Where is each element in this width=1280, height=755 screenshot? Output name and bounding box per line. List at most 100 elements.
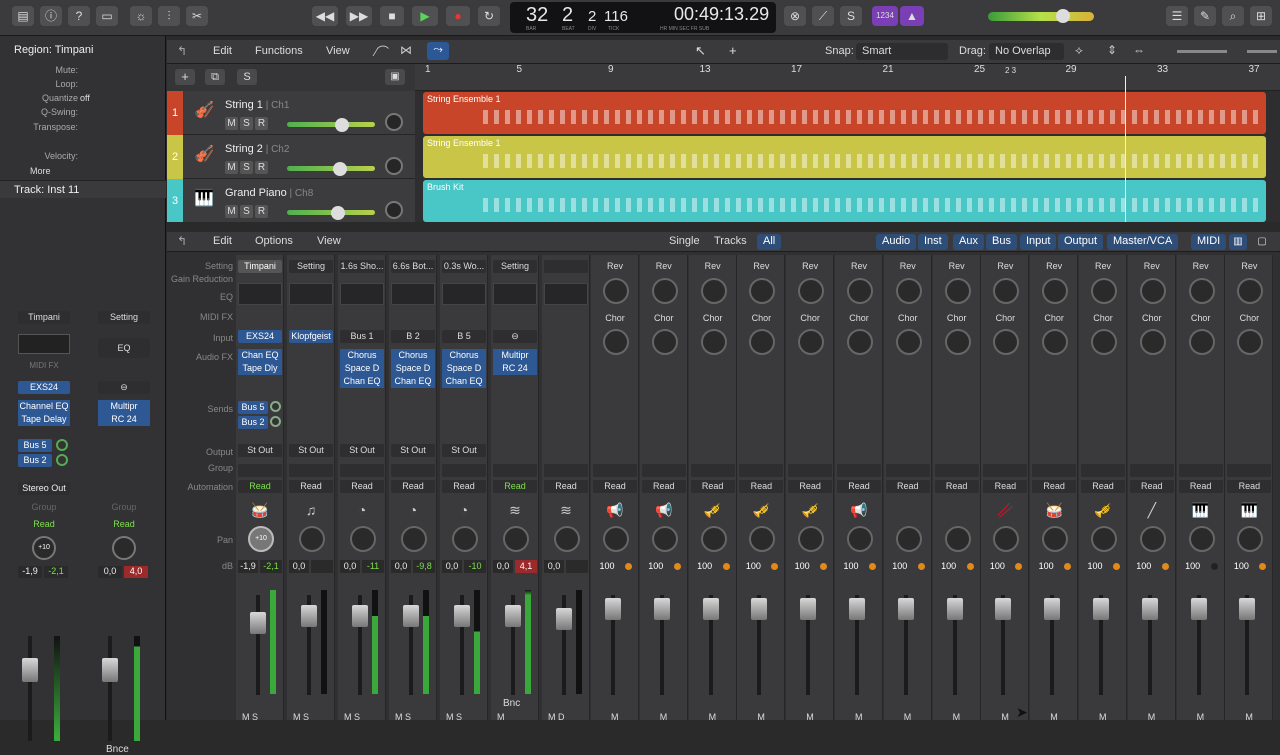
track-row[interactable]: 1 🎻 String 1 | Ch1 M S R bbox=[167, 91, 415, 135]
send-knob-rev[interactable] bbox=[749, 278, 776, 304]
strip-automation-mode[interactable]: Read bbox=[1129, 480, 1174, 493]
strip-input-slot[interactable]: B 5 bbox=[442, 330, 486, 343]
strip-send-slot[interactable]: Bus 5 bbox=[238, 401, 268, 414]
strip-group-slot[interactable] bbox=[885, 464, 930, 477]
strip-send-slot[interactable]: Bus 2 bbox=[238, 416, 268, 429]
mixer-menu-view[interactable]: View bbox=[317, 235, 341, 247]
send-knob-rev[interactable] bbox=[1091, 278, 1117, 304]
track-volume-knob[interactable] bbox=[335, 118, 349, 132]
strip-input-slot[interactable]: B 2 bbox=[391, 330, 435, 343]
send-slot-rev[interactable]: Rev bbox=[737, 261, 785, 271]
playhead[interactable] bbox=[1125, 76, 1126, 222]
strip-pan-knob[interactable] bbox=[401, 526, 427, 552]
wide-strips-icon[interactable]: ▥ bbox=[1229, 234, 1247, 250]
strip-audio-fx-slot[interactable]: Space D bbox=[442, 362, 486, 375]
track-mute-button[interactable]: M bbox=[225, 205, 238, 218]
fader-cap[interactable] bbox=[849, 598, 865, 620]
count-in-button[interactable]: 1234 bbox=[872, 6, 898, 26]
strip-group-slot[interactable] bbox=[1178, 464, 1223, 477]
strip-pan-knob[interactable] bbox=[700, 526, 727, 552]
toolbar-icon[interactable]: ▭ bbox=[96, 6, 118, 26]
track-pan-knob[interactable] bbox=[385, 201, 403, 219]
strip-eq-display[interactable] bbox=[289, 283, 333, 305]
send-knob-rev[interactable] bbox=[700, 278, 727, 304]
strip-output-slot[interactable]: St Out bbox=[391, 444, 435, 457]
strip-group-slot[interactable] bbox=[593, 464, 637, 477]
send-slot-rev[interactable]: Rev bbox=[933, 261, 981, 271]
send-knob-rev[interactable] bbox=[847, 278, 873, 304]
strip-audio-fx-slot[interactable]: Tape Delay bbox=[18, 413, 70, 426]
strip-group-slot[interactable] bbox=[340, 464, 384, 477]
fader-cap[interactable] bbox=[702, 598, 719, 620]
strip-audio-fx-slot[interactable]: Chan EQ bbox=[340, 375, 384, 388]
record-icon[interactable]: ● bbox=[446, 6, 470, 26]
strip-velocity-readout[interactable]: 100 bbox=[1032, 560, 1061, 573]
fader-cap[interactable] bbox=[1141, 598, 1158, 620]
strip-output-slot[interactable]: St Out bbox=[340, 444, 384, 457]
strip-automation-mode[interactable]: Read bbox=[690, 480, 735, 493]
catch-icon[interactable]: ⤳ bbox=[427, 42, 449, 60]
mixer-menu-options[interactable]: Options bbox=[255, 235, 293, 247]
strip-eq-display[interactable] bbox=[18, 334, 70, 354]
strip-pan-knob[interactable] bbox=[798, 526, 825, 552]
send-level-knob[interactable] bbox=[56, 439, 68, 451]
strip-mute[interactable]: M bbox=[709, 712, 717, 722]
strip-automation-mode[interactable]: Read bbox=[18, 519, 70, 529]
strip-automation-mode[interactable]: Read bbox=[1081, 480, 1125, 493]
strip-velocity-readout[interactable]: 100 bbox=[1227, 560, 1256, 573]
strip-velocity-readout[interactable]: 100 bbox=[885, 560, 914, 573]
replace-icon[interactable]: ⊗ bbox=[784, 6, 806, 26]
strip-audio-fx-slot[interactable]: Chorus bbox=[442, 349, 486, 362]
mixer-icon[interactable]: ⫶ bbox=[158, 6, 180, 26]
menu-functions[interactable]: Functions bbox=[255, 45, 303, 57]
track-solo-button[interactable]: S bbox=[240, 205, 253, 218]
strip-audio-fx-slot[interactable]: RC 24 bbox=[493, 362, 537, 375]
strip-output-slot[interactable]: St Out bbox=[289, 444, 333, 457]
strip-automation-mode[interactable]: Read bbox=[593, 480, 637, 493]
midi-region[interactable]: String Ensemble 1 bbox=[423, 136, 1266, 178]
strip-group-slot[interactable] bbox=[493, 464, 537, 477]
strip-pan-knob[interactable] bbox=[1188, 526, 1215, 552]
send-slot-chor[interactable]: Chor bbox=[1225, 313, 1273, 323]
strip-setting-button[interactable]: 1.6s Sho... bbox=[340, 260, 384, 273]
strip-eq-display[interactable] bbox=[391, 283, 435, 305]
send-slot-chor[interactable]: Chor bbox=[689, 313, 737, 323]
strip-velocity-readout[interactable]: 100 bbox=[788, 560, 817, 573]
send-slot-rev[interactable]: Rev bbox=[1225, 261, 1273, 271]
strip-audio-fx-slot[interactable]: Space D bbox=[340, 362, 384, 375]
track-options-icon[interactable]: ▣ bbox=[385, 69, 405, 85]
strip-automation-mode[interactable]: Read bbox=[837, 480, 881, 493]
strip-group-slot[interactable] bbox=[641, 464, 686, 477]
send-slot-rev[interactable]: Rev bbox=[1177, 261, 1225, 271]
strip-mute-solo[interactable]: M S bbox=[242, 712, 258, 722]
strip-group-slot[interactable]: Group bbox=[18, 502, 70, 512]
strip-automation-mode[interactable]: Read bbox=[493, 480, 537, 493]
fit-vertical-icon[interactable]: ⇕ bbox=[1107, 43, 1117, 57]
strip-group-slot[interactable] bbox=[983, 464, 1028, 477]
fader-cap[interactable] bbox=[653, 598, 670, 620]
strip-volume-readout[interactable]: 0,0 bbox=[289, 560, 309, 573]
send-slot-rev[interactable]: Rev bbox=[786, 261, 834, 271]
send-slot-chor[interactable]: Chor bbox=[786, 313, 834, 323]
strip-mute-solo[interactable]: M S bbox=[395, 712, 411, 722]
flex-icon[interactable]: ⋈ bbox=[400, 43, 412, 57]
send-knob-rev[interactable] bbox=[603, 278, 629, 304]
send-slot-chor[interactable]: Chor bbox=[737, 313, 785, 323]
view-single-button[interactable]: Single bbox=[663, 234, 706, 250]
rewind-icon[interactable]: ◀◀ bbox=[312, 6, 338, 26]
fader-cap[interactable] bbox=[454, 605, 470, 627]
send-knob-chor[interactable] bbox=[1237, 329, 1264, 355]
strip-automation-mode[interactable]: Read bbox=[788, 480, 833, 493]
strip-velocity-readout[interactable]: 100 bbox=[983, 560, 1012, 573]
strip-volume-readout[interactable]: 0,0 bbox=[544, 560, 564, 573]
send-slot-chor[interactable]: Chor bbox=[981, 313, 1029, 323]
fader-cap[interactable] bbox=[102, 658, 118, 682]
strip-input-slot[interactable]: ⊖ bbox=[98, 381, 150, 394]
strip-setting-button[interactable] bbox=[544, 260, 588, 273]
fader-cap[interactable] bbox=[22, 658, 38, 682]
send-knob-chor[interactable] bbox=[749, 329, 776, 355]
snap-select[interactable]: Smart bbox=[856, 43, 948, 60]
strip-pan-knob[interactable] bbox=[944, 526, 971, 552]
strip-pan-knob[interactable] bbox=[1237, 526, 1264, 552]
send-knob-chor[interactable] bbox=[1091, 329, 1117, 355]
